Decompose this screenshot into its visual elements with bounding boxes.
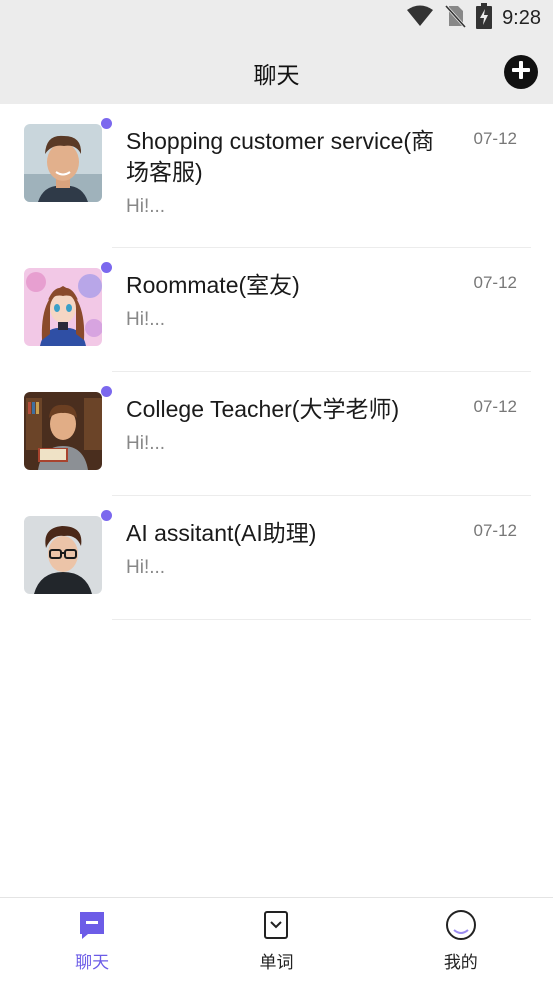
app-header: 聊天	[0, 36, 553, 104]
tab-label: 单词	[259, 953, 294, 973]
profile-icon	[444, 908, 478, 942]
wifi-icon	[406, 5, 434, 31]
unread-dot	[101, 118, 112, 129]
tab-words[interactable]: 单词	[184, 898, 368, 983]
tab-label: 我的	[443, 953, 478, 973]
unread-dot	[101, 262, 112, 273]
chat-item-roommate[interactable]: Roommate(室友) 07-12 Hi!...	[0, 248, 553, 372]
tab-profile[interactable]: 我的	[369, 898, 553, 983]
page-title: 聊天	[253, 63, 300, 89]
chat-date: 07-12	[473, 397, 517, 416]
plus-icon	[511, 60, 531, 84]
chat-date: 07-12	[473, 273, 517, 292]
chat-preview: Hi!...	[126, 557, 166, 578]
chat-item-teacher[interactable]: College Teacher(大学老师) 07-12 Hi!...	[0, 372, 553, 496]
tab-label: 聊天	[75, 953, 110, 973]
chat-preview: Hi!...	[126, 196, 166, 217]
unread-dot	[101, 510, 112, 521]
chat-list: Shopping customer service(商场客服) 07-12 Hi…	[0, 104, 553, 620]
status-icons: 9:28	[406, 3, 541, 33]
chat-date: 07-12	[473, 129, 517, 148]
anime-girl-avatar	[24, 268, 102, 346]
no-sim-icon	[444, 4, 467, 32]
chat-date: 07-12	[473, 521, 517, 540]
status-bar: 9:28	[0, 0, 553, 36]
chat-name: Roommate(室友)	[126, 272, 300, 298]
tab-chat[interactable]: 聊天	[0, 898, 184, 983]
chat-icon	[75, 908, 109, 942]
chat-name: Shopping customer service(商场客服)	[126, 128, 435, 185]
chat-name: AI assitant(AI助理)	[126, 520, 317, 546]
chat-item-ai-assistant[interactable]: AI assitant(AI助理) 07-12 Hi!...	[0, 496, 553, 620]
chat-preview: Hi!...	[126, 433, 166, 454]
bookmark-icon	[259, 908, 293, 942]
tab-bar: 聊天 单词 我的	[0, 897, 553, 983]
battery-charging-icon	[476, 3, 493, 33]
add-chat-button[interactable]	[504, 55, 538, 89]
teacher-with-book-avatar	[24, 392, 102, 470]
young-man-avatar	[24, 124, 102, 202]
chat-preview: Hi!...	[126, 309, 166, 330]
divider	[112, 619, 531, 620]
man-with-glasses-avatar	[24, 516, 102, 594]
unread-dot	[101, 386, 112, 397]
chat-name: College Teacher(大学老师)	[126, 396, 400, 422]
status-time: 9:28	[502, 6, 541, 29]
chat-item-shopping[interactable]: Shopping customer service(商场客服) 07-12 Hi…	[0, 104, 553, 248]
